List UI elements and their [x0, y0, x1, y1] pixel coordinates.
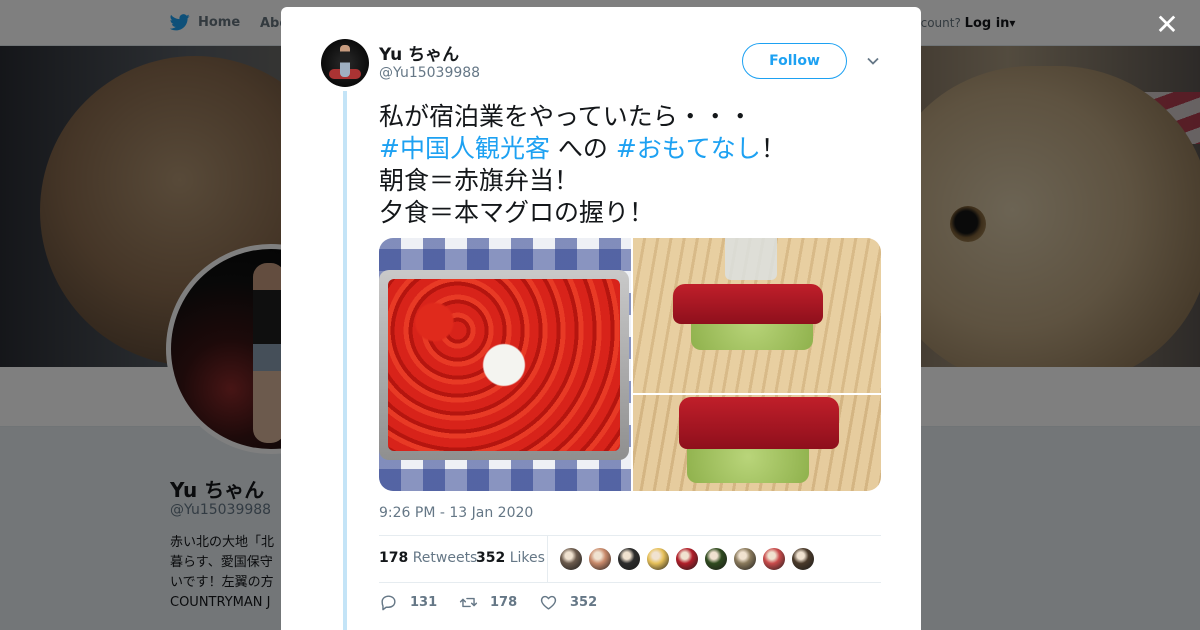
follow-button[interactable]: Follow: [742, 43, 847, 79]
likes-count: 352: [476, 550, 506, 566]
reply-button[interactable]: 131: [379, 593, 437, 612]
retweets-count: 178: [379, 550, 409, 566]
likes-label: Likes: [509, 550, 545, 566]
like-button[interactable]: 352: [539, 593, 597, 612]
likes-stat[interactable]: 352 Likes: [476, 550, 545, 566]
liker-avatar[interactable]: [646, 547, 670, 571]
hashtag-link[interactable]: #中国人観光客: [379, 134, 550, 163]
bento-box: [379, 270, 629, 460]
tweet-author-name[interactable]: Yu ちゃん: [379, 40, 459, 65]
tweet-author-avatar[interactable]: [321, 39, 369, 87]
liker-avatar[interactable]: [704, 547, 728, 571]
media-photo-sushi-top[interactable]: [633, 238, 881, 393]
liker-avatar[interactable]: [762, 547, 786, 571]
reply-count: 131: [410, 595, 438, 610]
like-action-count: 352: [570, 595, 598, 610]
hashtag-link[interactable]: #おもてなし: [616, 134, 761, 163]
tweet-author-handle[interactable]: @Yu15039988: [379, 65, 480, 81]
liker-avatar[interactable]: [733, 547, 757, 571]
liker-avatar[interactable]: [675, 547, 699, 571]
liker-avatars: [559, 547, 815, 571]
tweet-modal: Yu ちゃん @Yu15039988 Follow 私が宿泊業をやっていたら・・…: [281, 7, 921, 630]
tweet-text-line: #中国人観光客 への #おもてなし！: [379, 133, 859, 165]
liker-avatar[interactable]: [617, 547, 641, 571]
tweet-text: 私が宿泊業をやっていたら・・・ #中国人観光客 への #おもてなし！ 朝食＝赤旗…: [379, 101, 859, 229]
liker-avatar[interactable]: [588, 547, 612, 571]
retweets-label: Retweets: [412, 550, 478, 566]
close-icon[interactable]: ✕: [1152, 10, 1182, 40]
glass-shape: [725, 238, 777, 280]
liker-avatar[interactable]: [791, 547, 815, 571]
retweet-action-count: 178: [490, 595, 518, 610]
tweet-text-line: 夕食＝本マグロの握り！: [379, 198, 655, 227]
retweet-icon: [459, 597, 478, 608]
tuna-slice-shape: [673, 284, 823, 324]
tweet-text-line: 朝食＝赤旗弁当！: [379, 166, 580, 195]
tweet-actions: 131 178 352: [379, 593, 881, 617]
avatar-person-shape: [340, 45, 350, 77]
retweets-stat[interactable]: 178 Retweets: [379, 550, 477, 566]
stats-divider: [547, 536, 548, 582]
tweet-timestamp[interactable]: 9:26 PM - 13 Jan 2020: [379, 505, 533, 521]
tweet-text-fragment: への: [549, 134, 616, 163]
reply-icon: [381, 595, 396, 611]
tweet-media: [379, 238, 881, 491]
heart-icon: [540, 595, 557, 610]
thread-line: [343, 91, 347, 630]
media-photo-bento[interactable]: [379, 238, 631, 491]
media-photo-sushi-bottom[interactable]: [633, 395, 881, 491]
tweet-stats: 178 Retweets 352 Likes: [379, 535, 881, 583]
bento-umeboshi: [388, 279, 620, 451]
retweet-button[interactable]: 178: [459, 593, 517, 612]
chevron-down-icon[interactable]: [865, 53, 881, 69]
tuna-slice-shape: [679, 397, 839, 449]
tweet-text-line: 私が宿泊業をやっていたら・・・: [379, 102, 753, 131]
tweet-text-fragment: ！: [760, 134, 786, 163]
liker-avatar[interactable]: [559, 547, 583, 571]
